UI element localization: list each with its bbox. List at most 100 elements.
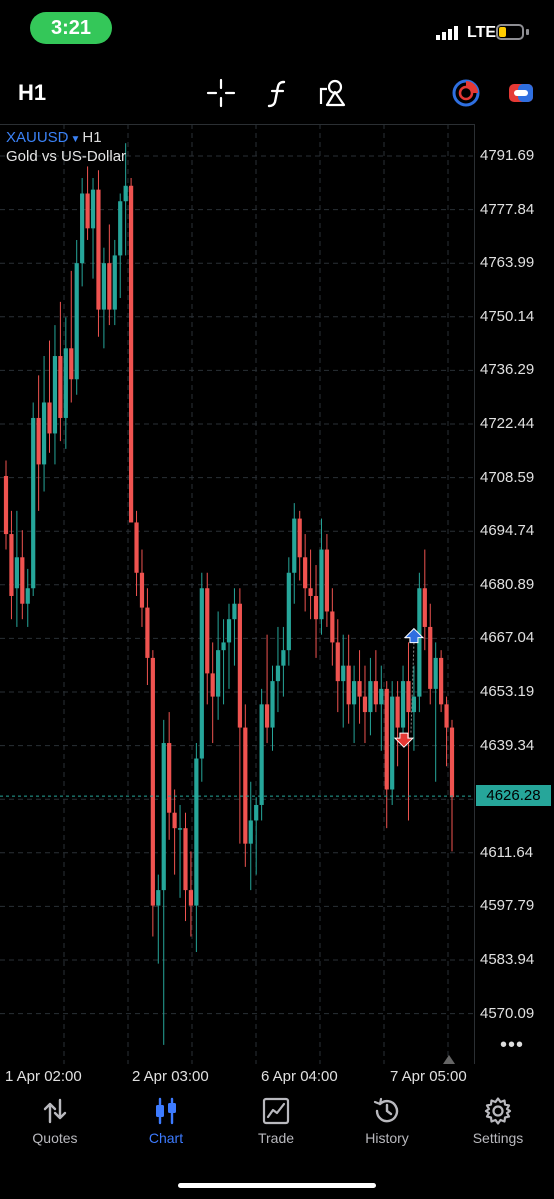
candle-body [210, 673, 215, 697]
candle-body [80, 193, 85, 264]
candle-body [167, 743, 172, 813]
caret-down-icon: ▼ [70, 134, 81, 145]
candle-body [205, 588, 210, 674]
time-axis-label: 7 Apr 05:00 [390, 1068, 467, 1085]
candle-body [449, 727, 455, 798]
candle-body [292, 518, 297, 573]
candle-body [74, 263, 79, 380]
nav-chart[interactable]: Chart [116, 1096, 216, 1146]
symbol-name: XAUUSD [6, 129, 69, 146]
candle-body [216, 650, 221, 697]
candle-body [36, 417, 41, 465]
price-axis-label: 4611.64 [480, 843, 534, 861]
candle-body [145, 607, 150, 658]
chart-icon [156, 1097, 176, 1125]
price-axis-label: 4570.09 [480, 1004, 535, 1022]
chart-shift-icon[interactable] [443, 1055, 455, 1064]
candle-body [313, 595, 319, 620]
time-axis-label: 6 Apr 04:00 [261, 1068, 338, 1085]
candle-body [286, 572, 291, 651]
candle-body [248, 820, 253, 844]
candle-body [177, 828, 183, 830]
candle-body [362, 696, 368, 713]
candle-body [9, 534, 14, 596]
time-axis-label: 1 Apr 02:00 [5, 1068, 82, 1085]
symbol-timeframe: H1 [82, 129, 102, 146]
time-axis-label: 2 Apr 03:00 [132, 1068, 209, 1085]
nav-quotes[interactable]: Quotes [5, 1096, 105, 1146]
candle-body [183, 828, 188, 891]
switch-icon[interactable] [504, 76, 538, 110]
candle-body [428, 626, 433, 689]
battery-cap [526, 29, 529, 35]
candle-body [194, 758, 199, 906]
candle-body [319, 549, 324, 620]
candle-body [20, 557, 25, 604]
candle-body [406, 681, 411, 713]
price-chart[interactable] [0, 124, 554, 1064]
candle-body [63, 348, 68, 418]
timeframe-clock-icon[interactable] [449, 76, 483, 110]
candle-body [346, 665, 351, 705]
function-icon[interactable] [262, 76, 296, 110]
candle-body [69, 348, 74, 380]
candle-body [384, 688, 389, 790]
objects-icon[interactable] [316, 76, 350, 110]
candle-body [324, 549, 330, 612]
price-axis-label: 4583.94 [480, 951, 535, 968]
settings-icon [484, 1097, 512, 1125]
candle-body [123, 185, 128, 202]
candle-body [25, 588, 30, 604]
nav-history[interactable]: History [337, 1096, 437, 1146]
price-axis-label: 4763.99 [480, 254, 535, 272]
candle-body [373, 681, 378, 705]
candle-body [264, 704, 270, 728]
candle-body [90, 189, 96, 229]
price-axis-label: 4777.84 [480, 200, 535, 218]
battery-icon [496, 24, 524, 40]
candle-body [172, 812, 177, 829]
nav-settings[interactable]: Settings [448, 1096, 548, 1146]
price-axis-label: 4597.79 [480, 897, 535, 915]
candle-body [254, 804, 259, 821]
candle-body [351, 681, 357, 705]
signal-icon [436, 26, 458, 40]
price-axis-label: 4680.89 [480, 575, 535, 593]
nav-trade[interactable]: Trade [226, 1096, 326, 1146]
candle-body [47, 402, 52, 434]
price-axis-label: 4791.69 [480, 147, 535, 164]
candle-body [232, 603, 237, 620]
candle-body [85, 193, 90, 229]
home-indicator[interactable] [178, 1183, 376, 1188]
nav-label: Settings [472, 1130, 524, 1146]
candle-body [368, 681, 373, 713]
price-axis-label: 4639.34 [480, 736, 535, 754]
candle-body [188, 890, 194, 906]
candle-body [444, 704, 449, 728]
candle-body [281, 650, 286, 666]
quotes-icon [43, 1098, 67, 1124]
candle-body [390, 696, 395, 790]
price-axis-label: 4667.04 [480, 629, 535, 647]
candle-body [395, 696, 400, 728]
candle-body [335, 642, 340, 682]
candle-body [308, 588, 313, 596]
current-price-tag: 4626.28 [476, 785, 551, 807]
candle-body [259, 704, 264, 805]
candle-body [58, 356, 63, 418]
timeframe-selector[interactable]: H1 [18, 80, 46, 106]
candle-body [422, 588, 427, 627]
candle-body [275, 665, 281, 682]
symbol-selector[interactable]: XAUUSD ▼ H1 [6, 129, 102, 146]
nav-label: Quotes [32, 1130, 78, 1146]
candle-body [297, 518, 302, 558]
price-axis-label: 4653.19 [480, 683, 535, 700]
candle-body [270, 681, 275, 728]
candle-body [341, 665, 346, 682]
candle-body [14, 557, 19, 589]
price-axis-label: 4750.14 [480, 307, 535, 325]
crosshair-icon[interactable] [204, 76, 238, 110]
more-icon[interactable]: ••• [500, 1034, 524, 1057]
candle-body [150, 657, 155, 906]
candle-body [357, 681, 362, 697]
